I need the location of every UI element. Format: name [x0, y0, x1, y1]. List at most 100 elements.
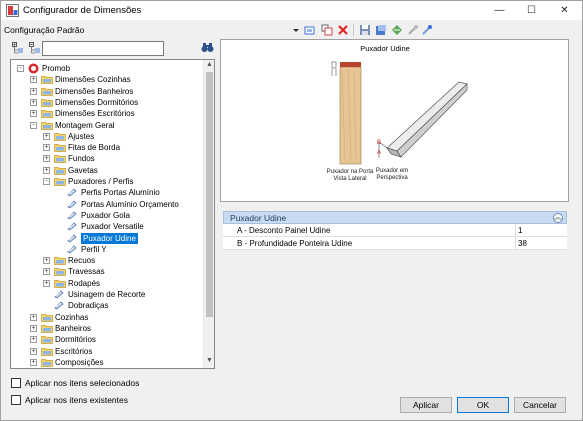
apply-selected-label: Aplicar nos itens selecionados — [25, 378, 140, 388]
folder-icon — [41, 109, 53, 119]
tree-item[interactable]: Usinagem de Recorte — [11, 289, 201, 300]
folder-icon — [54, 154, 66, 164]
apply-existing-checkbox[interactable] — [11, 395, 21, 405]
property-value[interactable]: 1 — [518, 226, 522, 235]
tree-item[interactable]: + Recuos — [11, 255, 201, 266]
tree-item-label: Montagem Geral — [55, 120, 115, 130]
scroll-down-button[interactable]: ▼ — [205, 357, 214, 367]
tree-item[interactable]: - Puxadores / Perfis — [11, 176, 201, 187]
minimize-button[interactable]: — — [483, 1, 516, 20]
tree-item-label: Dimensões Dormitórios — [55, 97, 139, 107]
close-button[interactable]: ✕ — [548, 1, 581, 20]
property-name: A - Desconto Painel Udine — [237, 226, 331, 235]
add-config-icon[interactable] — [304, 24, 316, 36]
expand-icon[interactable]: + — [30, 358, 37, 366]
property-group-header[interactable]: Puxador Udine ︽ — [223, 211, 567, 224]
copy-config-icon[interactable] — [321, 24, 333, 36]
folder-icon — [54, 256, 66, 265]
tree-item[interactable]: + Dimensões Dormitórios — [11, 97, 201, 108]
expand-icon[interactable]: + — [43, 166, 50, 174]
tree-item[interactable]: + Escritórios — [11, 346, 201, 357]
collapse-all-icon[interactable] — [29, 42, 41, 54]
save-icon[interactable] — [359, 24, 371, 36]
property-value[interactable]: 38 — [518, 239, 527, 248]
scroll-thumb[interactable] — [206, 72, 213, 317]
config-item-icon — [67, 221, 77, 231]
expand-icon[interactable]: + — [43, 268, 50, 276]
expand-icon[interactable]: + — [30, 87, 37, 95]
folder-icon — [54, 143, 66, 152]
tree-item[interactable]: Portas Alumínio Orçamento — [11, 199, 201, 210]
expand-icon[interactable]: + — [43, 257, 50, 265]
tree-item-label: Puxador Udine — [81, 232, 138, 244]
collapse-icon[interactable]: - — [30, 121, 37, 129]
tree-item[interactable]: + Ajustes — [11, 131, 201, 142]
tree-item[interactable]: Dobradiças — [11, 300, 201, 311]
ok-button[interactable]: OK — [457, 397, 509, 413]
link-icon[interactable] — [421, 24, 433, 36]
tree-scrollbar[interactable]: ▲ ▼ — [203, 60, 214, 368]
dimension-label-b: B — [377, 140, 381, 146]
property-row[interactable]: B - Profundidade Ponteira Udine 38 — [223, 237, 567, 250]
tree-item[interactable]: Puxador Udine — [11, 232, 201, 244]
tree-item-label: Ajustes — [68, 131, 95, 141]
expand-icon[interactable]: + — [30, 336, 37, 344]
tree-item[interactable]: + Cozinhas — [11, 312, 201, 323]
tree-item[interactable]: + Dimensões Escritórios — [11, 108, 201, 119]
scroll-up-button[interactable]: ▲ — [205, 61, 214, 71]
apply-button[interactable]: Aplicar — [400, 397, 452, 413]
expand-icon[interactable]: + — [43, 279, 50, 287]
collapse-icon[interactable]: - — [17, 65, 24, 72]
dropdown-arrow-icon[interactable] — [293, 24, 299, 36]
toolbar: Configuração Padrão — [1, 20, 582, 38]
config-item-icon — [67, 199, 77, 209]
search-input[interactable] — [42, 41, 164, 56]
import-icon[interactable] — [391, 24, 403, 36]
tree-item[interactable]: Puxador Versatile — [11, 221, 201, 232]
tree-item[interactable]: Perfil Y — [11, 244, 201, 255]
tree-view[interactable]: +Dimensões Painéis/Tampos/Teclados+Compo… — [10, 59, 215, 369]
folder-icon — [41, 358, 53, 367]
tree-item[interactable]: - Montagem Geral — [11, 120, 201, 131]
expand-icon[interactable]: + — [43, 155, 50, 163]
tree-item[interactable]: + Fundos — [11, 153, 201, 164]
tree-item[interactable]: + Rodapés — [11, 278, 201, 289]
config-item-icon — [67, 244, 77, 254]
tree-item[interactable]: + Fitas de Borda — [11, 142, 201, 153]
cancel-button[interactable]: Cancelar — [514, 397, 566, 413]
tree-item[interactable]: + Dormitórios — [11, 334, 201, 345]
tree-item[interactable]: + Travessas — [11, 266, 201, 277]
tree-item[interactable]: + Banheiros — [11, 323, 201, 334]
maximize-button[interactable]: ☐ — [515, 1, 548, 20]
tree-item[interactable]: + Composições — [11, 357, 201, 368]
apply-selected-checkbox[interactable] — [11, 378, 21, 388]
collapse-chevron-icon[interactable]: ︽ — [553, 213, 563, 223]
binoculars-icon[interactable] — [201, 42, 214, 53]
tree-item[interactable]: + Dimensões Banheiros — [11, 86, 201, 97]
expand-icon[interactable]: + — [30, 313, 37, 321]
tree-item[interactable]: + Dimensões Cozinhas — [11, 74, 201, 85]
preview-panel: Puxador Udine B A Puxador na Porta Vista… — [220, 39, 569, 202]
preview-title: Puxador Udine — [360, 44, 410, 53]
expand-icon[interactable]: + — [30, 76, 37, 84]
expand-icon[interactable]: + — [30, 110, 37, 118]
caption-right-1: Puxador em — [376, 168, 408, 174]
folder-icon — [41, 75, 53, 85]
udine-handle-drawing: Puxador Udine B A Puxador na Porta Vista… — [327, 44, 468, 182]
expand-icon[interactable]: + — [43, 144, 50, 152]
export-icon[interactable] — [375, 24, 387, 36]
tree-item[interactable]: Perfis Portas Alumínio — [11, 187, 201, 198]
tree-item[interactable]: +Dimensões Painéis/Tampos/Teclados — [11, 368, 201, 369]
expand-icon[interactable]: + — [43, 132, 50, 140]
expand-all-icon[interactable] — [12, 42, 24, 54]
property-row[interactable]: A - Desconto Painel Udine 1 — [223, 224, 567, 237]
tree-root[interactable]: - Promob — [11, 63, 201, 74]
expand-icon[interactable]: + — [30, 98, 37, 106]
delete-icon[interactable] — [337, 24, 349, 36]
tree-item[interactable]: + Gavetas — [11, 165, 201, 176]
expand-icon[interactable]: + — [30, 347, 37, 355]
expand-icon[interactable]: + — [30, 324, 37, 332]
tree-item[interactable]: Puxador Gola — [11, 210, 201, 221]
collapse-icon[interactable]: - — [43, 178, 50, 185]
link-disabled-icon[interactable] — [407, 24, 419, 36]
